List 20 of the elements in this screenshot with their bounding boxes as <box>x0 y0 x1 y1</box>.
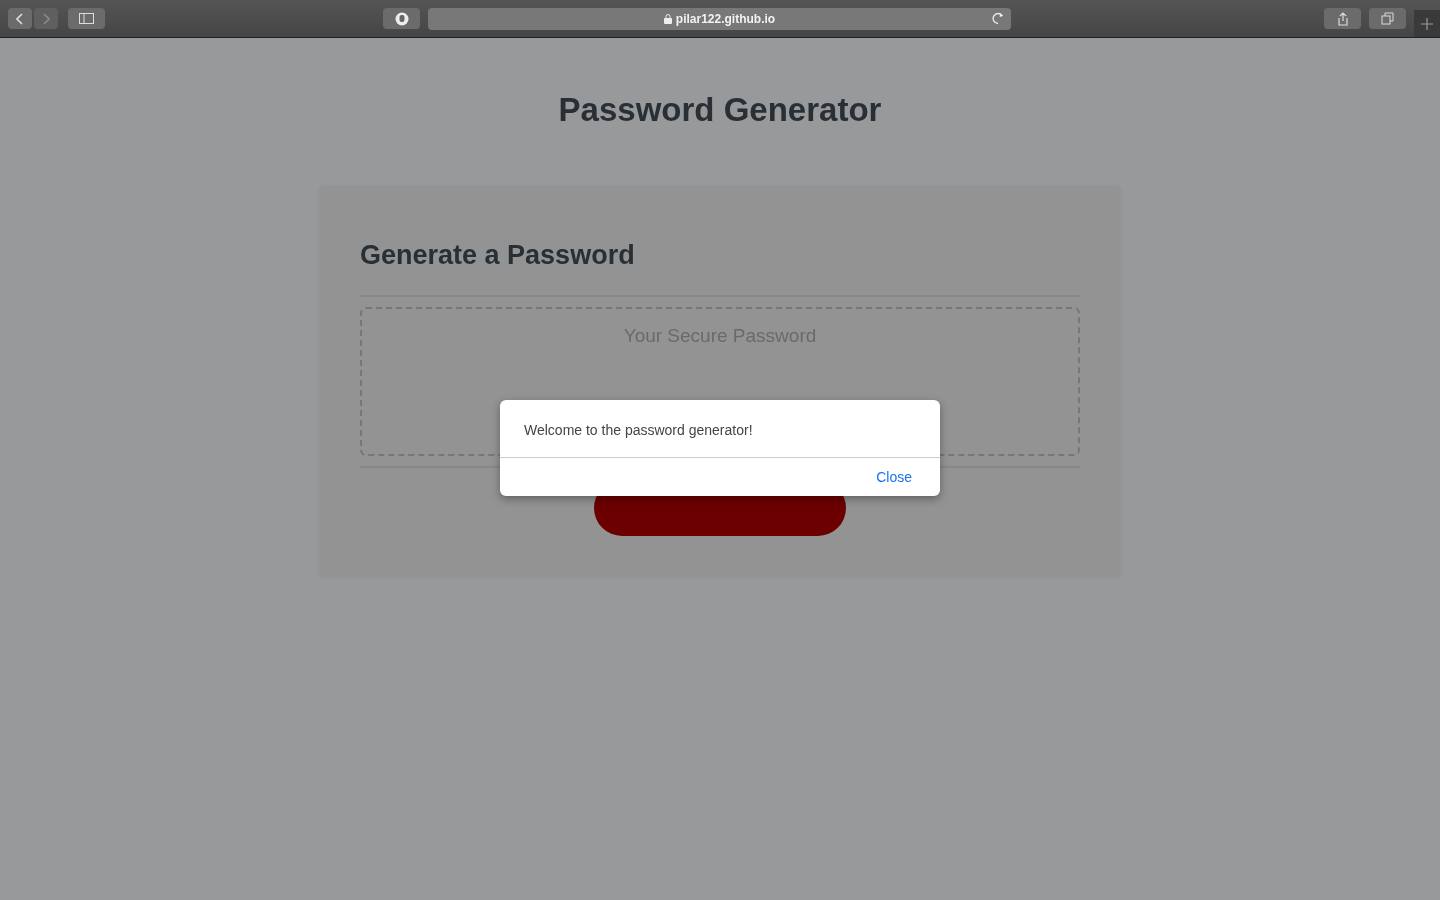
card-title: Generate a Password <box>360 239 635 272</box>
plus-icon <box>1421 17 1433 30</box>
reload-icon[interactable] <box>992 11 1005 25</box>
share-icon <box>1336 11 1349 26</box>
sidebar-button[interactable] <box>68 8 105 29</box>
chevron-right-icon <box>42 12 50 25</box>
close-button[interactable]: Close <box>874 467 914 487</box>
page-title: Password Generator <box>558 90 882 130</box>
shield-button[interactable] <box>383 8 420 29</box>
tabs-icon <box>1381 12 1394 25</box>
lock-icon <box>663 13 672 24</box>
back-button[interactable] <box>8 8 32 29</box>
new-tab-button[interactable] <box>1414 10 1440 37</box>
address-bar[interactable]: pilar122.github.io <box>428 7 1011 30</box>
tabs-button[interactable] <box>1369 8 1406 29</box>
alert-message: Welcome to the password generator! <box>500 400 940 458</box>
chevron-left-icon <box>16 12 24 25</box>
share-button[interactable] <box>1324 8 1361 29</box>
url-text: pilar122.github.io <box>675 11 776 26</box>
sidebar-icon <box>79 13 94 24</box>
